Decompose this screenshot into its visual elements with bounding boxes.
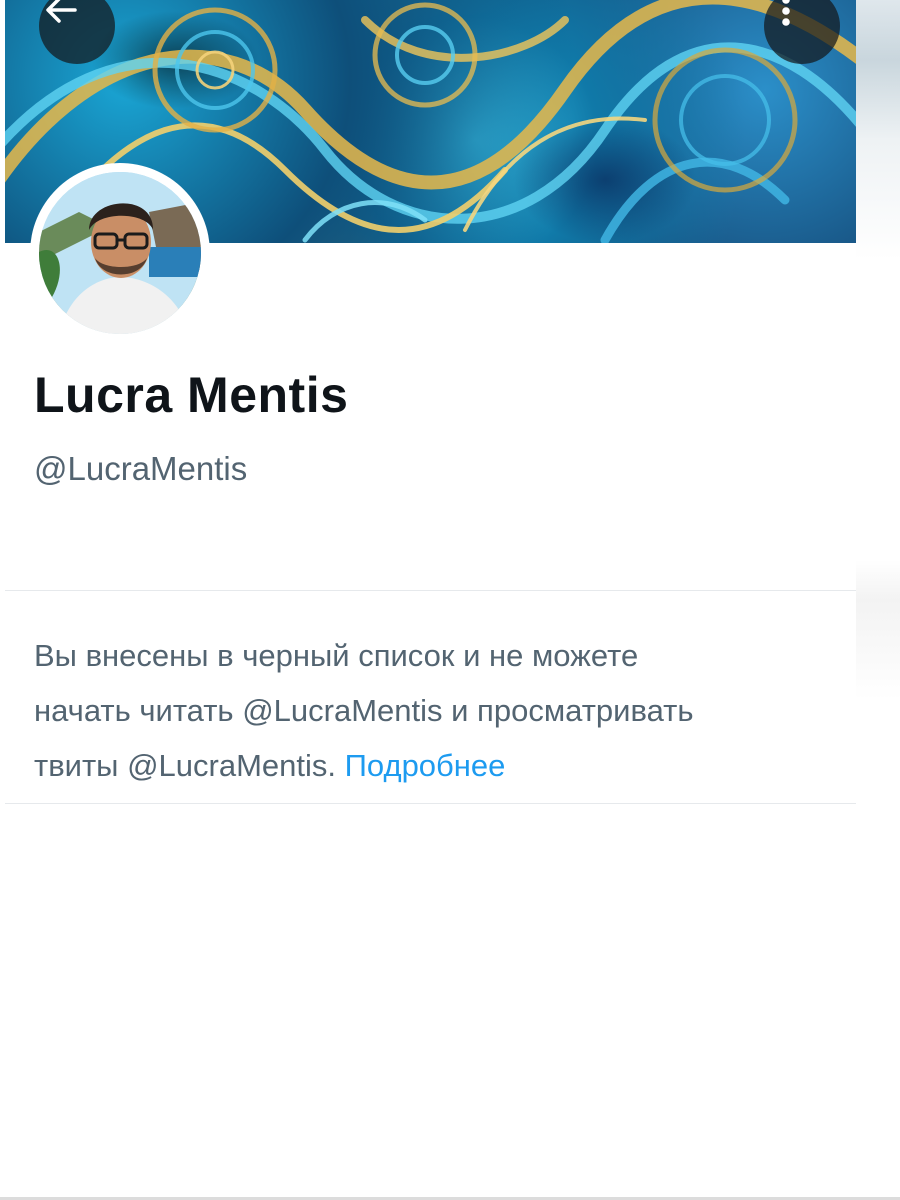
avatar-portrait bbox=[39, 172, 201, 334]
blocked-notice-line-1: Вы внесены в черный список и не можете bbox=[34, 638, 639, 673]
arrow-left-icon bbox=[46, 0, 77, 23]
avatar-frame bbox=[30, 163, 210, 343]
profile-page: Lucra Mentis @LucraMentis Вы внесены в ч… bbox=[0, 0, 900, 1200]
more-vertical-icon bbox=[782, 0, 790, 26]
edge-strip bbox=[856, 0, 900, 1200]
divider bbox=[5, 803, 856, 804]
blocked-notice: Вы внесены в черный список и не можете н… bbox=[34, 628, 834, 793]
blocked-notice-line-3-text: твиты @LucraMentis. bbox=[34, 748, 337, 783]
blocked-notice-line-2: начать читать @LucraMentis и просматрива… bbox=[34, 693, 694, 728]
display-name: Lucra Mentis bbox=[34, 367, 349, 423]
divider bbox=[5, 590, 856, 591]
avatar[interactable] bbox=[39, 172, 201, 334]
user-handle: @LucraMentis bbox=[34, 450, 248, 487]
learn-more-link[interactable]: Подробнее bbox=[345, 748, 506, 783]
blocked-notice-line-3: твиты @LucraMentis. Подробнее bbox=[34, 738, 834, 793]
